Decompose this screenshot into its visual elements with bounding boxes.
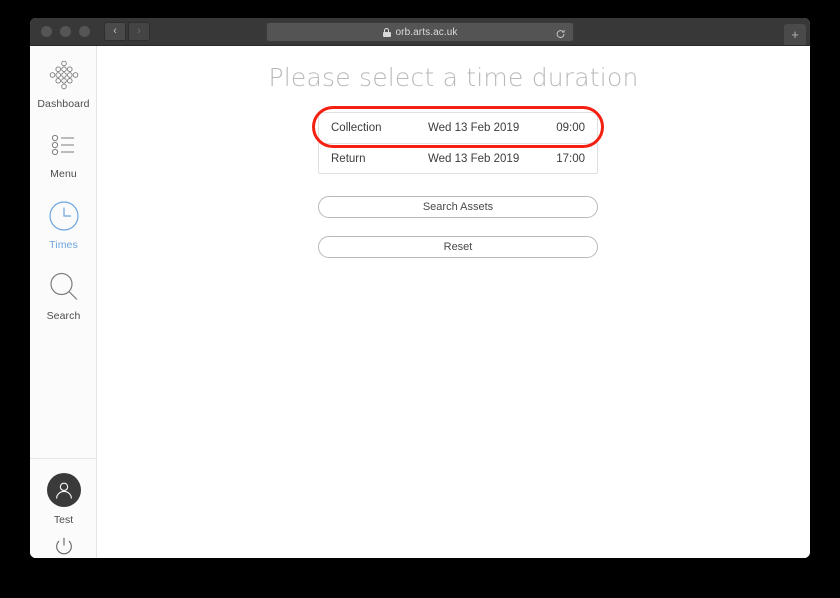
sidebar-item-search[interactable]: Search	[30, 270, 97, 322]
sidebar-item-label: Times	[49, 239, 78, 251]
reload-icon[interactable]	[555, 27, 566, 38]
lock-icon	[382, 27, 391, 37]
close-button[interactable]	[41, 26, 52, 37]
clock-icon	[47, 199, 81, 233]
url-text: orb.arts.ac.uk	[395, 26, 458, 38]
duration-time[interactable]: 09:00	[556, 122, 585, 134]
browser-titlebar: ‹ › orb.arts.ac.uk +	[30, 18, 810, 46]
duration-label: Return	[331, 152, 366, 165]
sidebar-item-times[interactable]: Times	[30, 199, 97, 251]
zoom-button[interactable]	[79, 26, 90, 37]
sidebar: Dashboard Menu Times Search Test	[30, 46, 97, 558]
avatar[interactable]	[46, 473, 81, 507]
duration-date[interactable]: Wed 13 Feb 2019	[428, 122, 556, 134]
new-tab-button[interactable]: +	[784, 24, 806, 45]
page-body: Dashboard Menu Times Search Test Please …	[30, 46, 810, 558]
sidebar-user-block: Test	[30, 473, 97, 557]
sidebar-item-dashboard[interactable]: Dashboard	[30, 58, 97, 110]
back-button[interactable]: ‹	[104, 22, 126, 41]
reset-label: Reset	[443, 241, 473, 253]
search-icon	[47, 270, 81, 304]
dashboard-icon	[47, 58, 81, 92]
menu-list-icon	[47, 128, 81, 162]
forward-button[interactable]: ›	[128, 22, 150, 41]
power-icon[interactable]	[53, 535, 75, 557]
minimize-button[interactable]	[60, 26, 71, 37]
duration-row-collection[interactable]: Collection Wed 13 Feb 2019 09:00	[319, 113, 597, 143]
duration-label: Collection	[331, 122, 382, 134]
sidebar-item-label: Dashboard	[37, 98, 90, 110]
sidebar-divider	[30, 458, 97, 459]
search-assets-button[interactable]: Search Assets	[318, 196, 598, 218]
duration-time[interactable]: 17:00	[556, 153, 585, 165]
address-bar[interactable]: orb.arts.ac.uk	[266, 22, 574, 42]
reset-button[interactable]: Reset	[318, 236, 598, 258]
main-content: Please select a time duration Collection…	[97, 46, 810, 558]
page-title: Please select a time duration	[268, 63, 639, 92]
sidebar-item-menu[interactable]: Menu	[30, 128, 97, 180]
duration-list: Collection Wed 13 Feb 2019 09:00 Return …	[318, 112, 598, 174]
duration-date[interactable]: Wed 13 Feb 2019	[428, 153, 556, 165]
duration-row-return[interactable]: Return Wed 13 Feb 2019 17:00	[319, 143, 597, 173]
navigation-buttons: ‹ ›	[104, 22, 150, 41]
browser-window: ‹ › orb.arts.ac.uk + Dashboard Menu Time…	[30, 18, 810, 558]
window-controls	[30, 26, 90, 37]
search-assets-label: Search Assets	[422, 201, 494, 213]
sidebar-item-label: Search	[46, 310, 81, 322]
user-name-label: Test	[53, 514, 74, 526]
sidebar-item-label: Menu	[50, 168, 77, 180]
